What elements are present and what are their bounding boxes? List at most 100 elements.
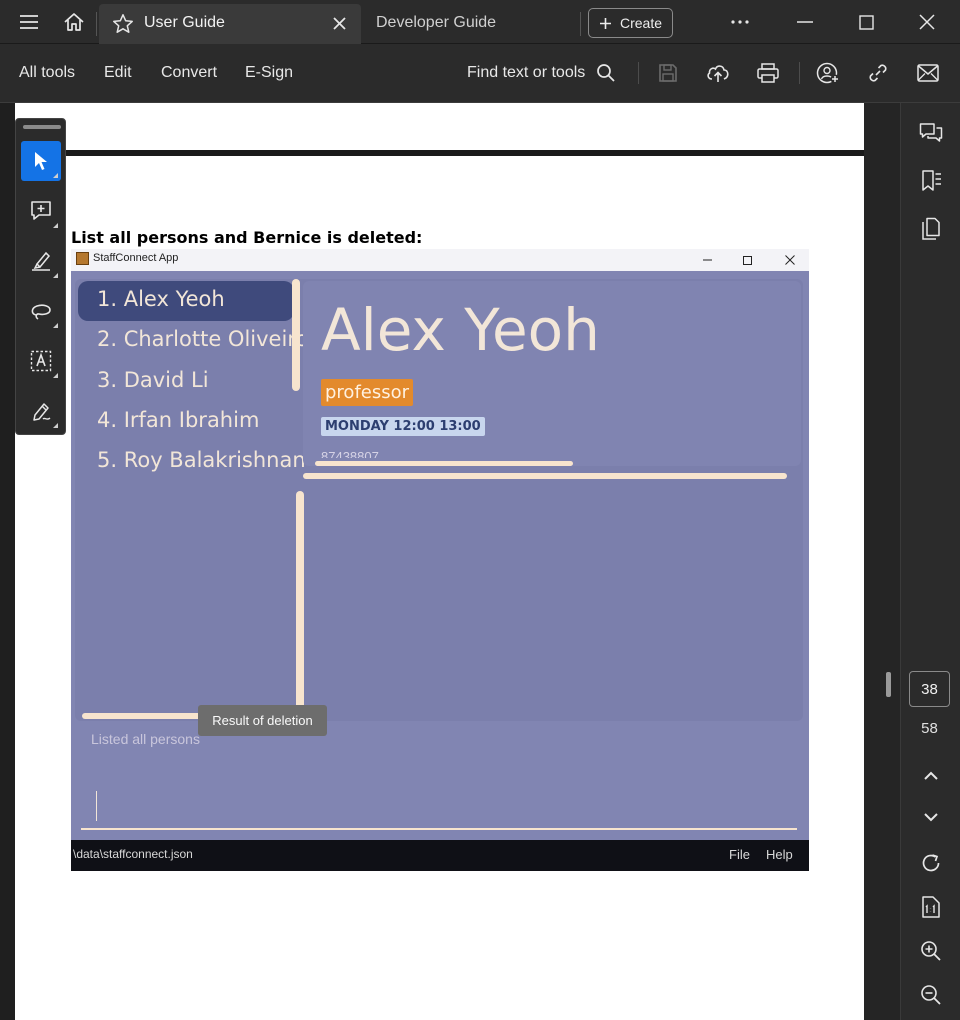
command-box-underline xyxy=(81,828,797,830)
right-sidebar xyxy=(900,103,960,1020)
star-icon[interactable] xyxy=(112,13,134,35)
command-caret xyxy=(96,791,97,821)
detail-divider-bar xyxy=(303,473,787,479)
submenu-indicator xyxy=(53,273,58,278)
pages-panel-button[interactable] xyxy=(915,213,947,245)
submenu-indicator xyxy=(53,373,58,378)
highlight-tool-button[interactable] xyxy=(21,241,61,281)
menu-all-tools[interactable]: All tools xyxy=(19,64,75,82)
chevron-down-icon xyxy=(924,813,938,822)
bookmarks-panel-button[interactable] xyxy=(915,165,947,197)
vertical-scrollbar[interactable] xyxy=(864,103,900,1020)
add-comment-button[interactable] xyxy=(21,191,61,231)
previous-page-button[interactable] xyxy=(915,760,947,792)
status-menu-file: File xyxy=(729,847,750,862)
submenu-indicator xyxy=(53,173,58,178)
print-icon[interactable] xyxy=(753,58,783,88)
person-list: 1. Alex Yeoh 2. Charlotte Oliveiro 3. Da… xyxy=(75,279,308,709)
text-box-icon xyxy=(30,350,52,372)
chevron-up-icon xyxy=(924,771,938,780)
share-user-icon[interactable] xyxy=(813,58,843,88)
select-tool-button[interactable] xyxy=(21,141,61,181)
zoom-out-icon xyxy=(921,985,941,1005)
comments-panel-button[interactable] xyxy=(915,117,947,149)
comment-plus-icon xyxy=(31,201,51,220)
detail-horizontal-scrollbar xyxy=(315,461,573,466)
close-tab-icon[interactable] xyxy=(332,16,347,31)
total-pages: 58 xyxy=(921,720,938,737)
availability-badge: MONDAY 12:00 13:00 xyxy=(321,417,485,436)
tag-badge: professor xyxy=(321,379,414,406)
app-main-panel: 1. Alex Yeoh 2. Charlotte Oliveiro 3. Da… xyxy=(75,279,803,721)
person-list-item: 2. Charlotte Oliveiro xyxy=(97,327,309,351)
cloud-upload-icon[interactable] xyxy=(703,58,733,88)
current-page-input[interactable]: 38 xyxy=(909,671,950,707)
pdf-page xyxy=(15,103,864,150)
comment-tooltip: Result of deletion xyxy=(198,705,327,736)
scrollbar-thumb[interactable] xyxy=(886,672,891,697)
menu-edit[interactable]: Edit xyxy=(104,64,132,82)
plus-icon xyxy=(600,17,611,29)
submenu-indicator xyxy=(53,323,58,328)
actual-size-button[interactable] xyxy=(915,891,947,923)
minimize-window-icon[interactable] xyxy=(790,10,820,34)
app-logo-icon xyxy=(76,252,89,265)
draw-tool-button[interactable] xyxy=(21,291,61,331)
page-caption: List all persons and Bernice is deleted: xyxy=(71,228,423,247)
highlighter-icon xyxy=(32,251,51,271)
list-scrollbar xyxy=(292,279,300,391)
tab-user-guide[interactable]: User Guide xyxy=(99,4,361,44)
person-list-item: 4. Irfan Ibrahim xyxy=(97,408,260,432)
person-list-item: 1. Alex Yeoh xyxy=(97,287,225,311)
detail-phone-clip: 87438807 xyxy=(321,449,401,458)
drag-handle[interactable] xyxy=(23,125,61,129)
result-display: Listed all persons xyxy=(71,721,809,816)
result-text: Listed all persons xyxy=(91,731,200,747)
rotate-button[interactable] xyxy=(915,847,947,879)
find-text-or-tools[interactable]: Find text or tools xyxy=(467,64,585,82)
submenu-indicator xyxy=(53,423,58,428)
bookmark-icon xyxy=(922,170,941,191)
detail-name: Alex Yeoh xyxy=(321,296,600,364)
submenu-indicator xyxy=(53,223,58,228)
app-maximize-icon xyxy=(737,251,757,269)
pages-icon xyxy=(922,217,940,240)
app-close-icon xyxy=(780,251,800,269)
actual-size-icon xyxy=(922,896,940,918)
more-options-icon[interactable] xyxy=(725,10,755,34)
app-minimize-icon xyxy=(697,251,717,269)
menu-e-sign[interactable]: E-Sign xyxy=(245,64,293,82)
cursor-arrow-icon xyxy=(35,152,47,170)
hamburger-menu-icon[interactable] xyxy=(14,10,44,34)
menu-convert[interactable]: Convert xyxy=(161,64,217,82)
next-page-button[interactable] xyxy=(915,801,947,833)
tab-developer-guide[interactable]: Developer Guide xyxy=(362,4,580,44)
zoom-out-button[interactable] xyxy=(915,979,947,1011)
create-label: Create xyxy=(620,15,663,31)
create-button[interactable]: Create xyxy=(588,8,673,38)
freehand-loop-icon xyxy=(31,304,51,320)
pen-sign-icon xyxy=(33,403,51,421)
rotate-icon xyxy=(922,854,940,872)
list-horizontal-scrollbar xyxy=(82,713,212,719)
close-window-icon[interactable] xyxy=(912,10,942,34)
link-icon[interactable] xyxy=(863,58,893,88)
app-title-bar: StaffConnect App xyxy=(71,249,809,271)
person-detail-card: Alex Yeoh professor MONDAY 12:00 13:00 8… xyxy=(303,281,801,466)
quick-tools-strip xyxy=(15,118,66,435)
tab-label: User Guide xyxy=(144,14,225,31)
save-icon[interactable] xyxy=(653,58,683,88)
zoom-in-button[interactable] xyxy=(915,935,947,967)
app-window-title: StaffConnect App xyxy=(93,252,179,264)
app-status-bar: \data\staffconnect.json File Help xyxy=(71,840,809,871)
sign-tool-button[interactable] xyxy=(21,391,61,431)
text-box-tool-button[interactable] xyxy=(21,341,61,381)
tab-divider xyxy=(580,12,581,36)
email-icon[interactable] xyxy=(913,58,943,88)
staffconnect-screenshot: StaffConnect App 1. Alex Yeoh 2. Charlot… xyxy=(71,249,809,871)
comments-icon xyxy=(919,123,943,142)
search-icon[interactable] xyxy=(591,58,621,88)
maximize-window-icon[interactable] xyxy=(851,10,881,34)
status-menu-help: Help xyxy=(766,847,793,862)
home-icon[interactable] xyxy=(60,8,88,36)
